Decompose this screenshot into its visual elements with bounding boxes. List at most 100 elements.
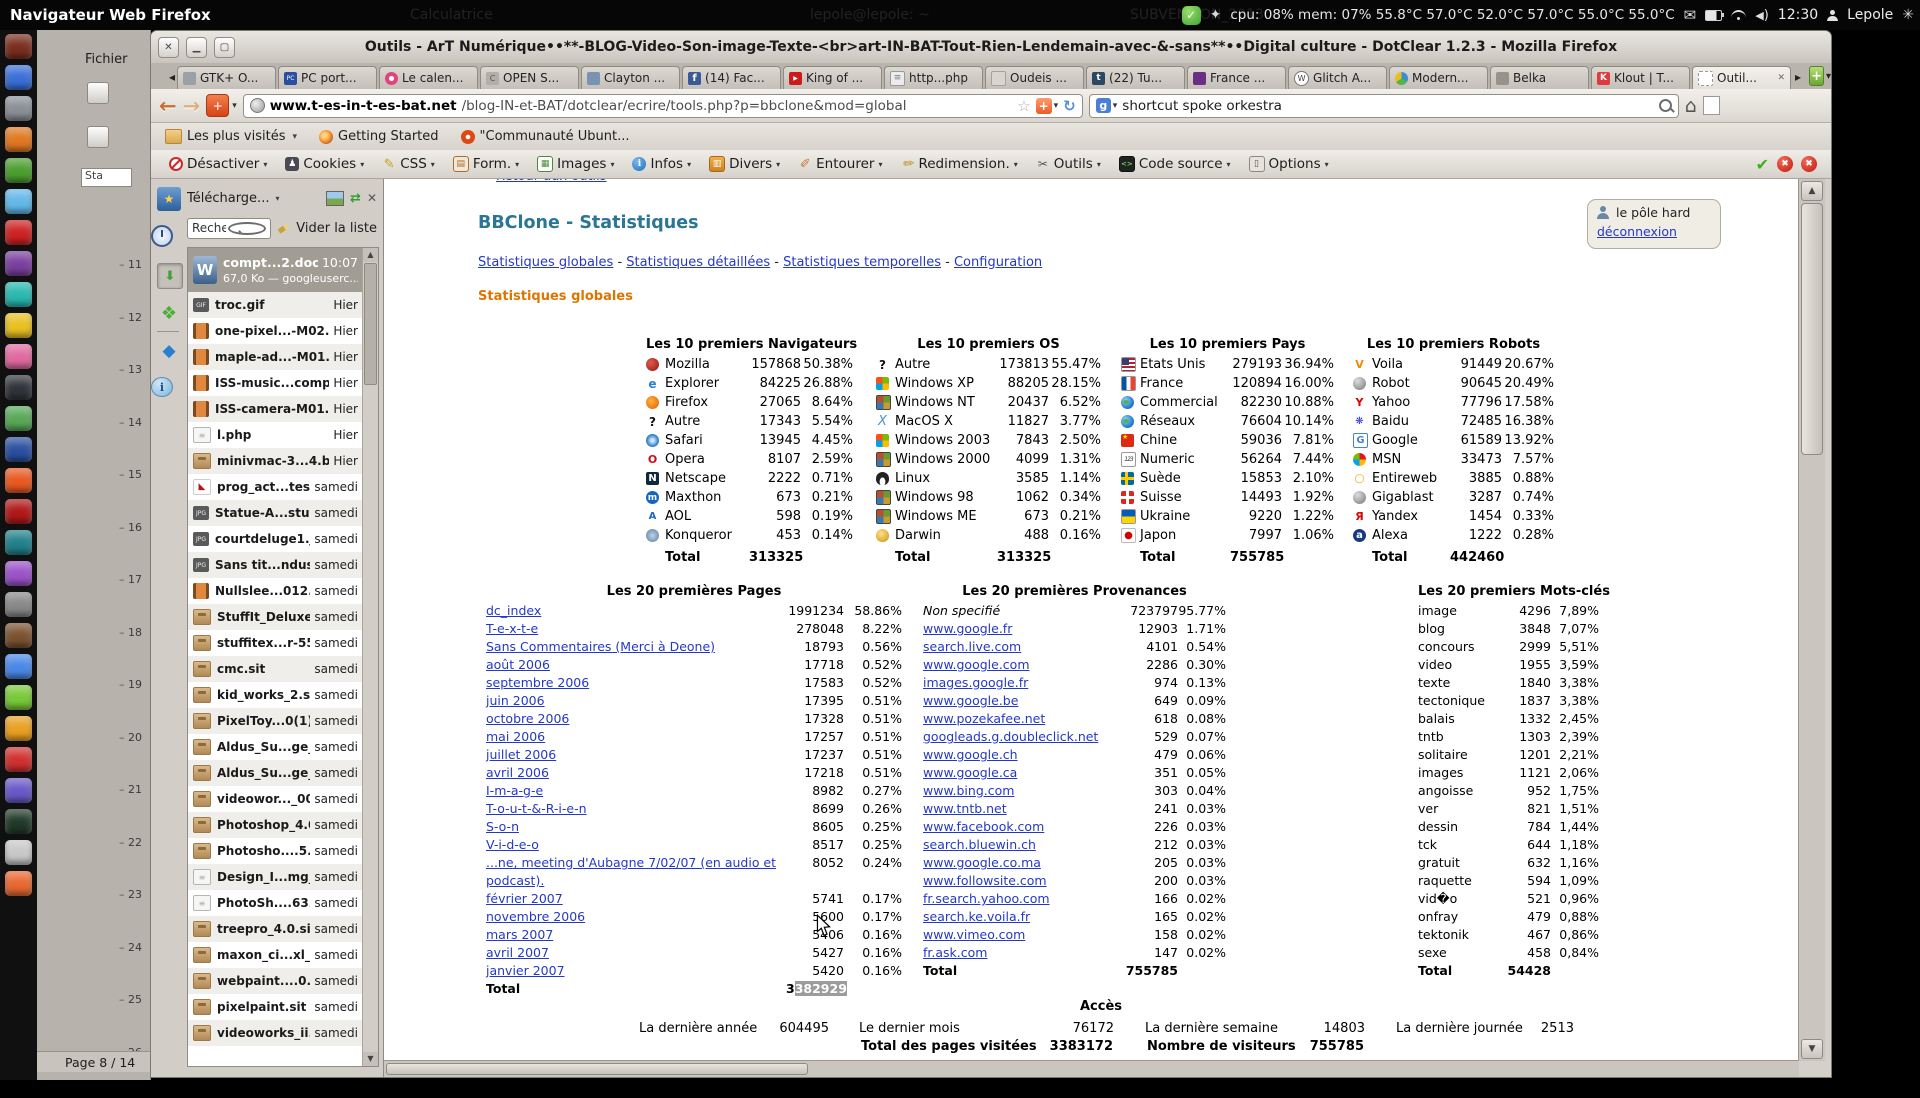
download-list-item[interactable]: StuffIt_Deluxe.sitsamedi — [188, 604, 363, 630]
background-input-fragment[interactable]: Sta — [81, 168, 132, 187]
css-valid-icon[interactable]: ✔ — [1756, 155, 1769, 174]
close-sidebar-icon[interactable]: ✕ — [367, 191, 377, 205]
dock-app-icon[interactable] — [5, 65, 32, 90]
tab-klout-t-[interactable]: Klout | T... — [1591, 66, 1690, 89]
downloads-title[interactable]: Télécharge... — [187, 191, 269, 206]
scrollbar-thumb[interactable] — [386, 1063, 808, 1075]
download-list-item[interactable]: maple-ad...-M01.movHier — [188, 344, 363, 370]
gear-icon[interactable]: ✳ — [1902, 7, 1914, 23]
download-list-item[interactable]: Wcompt...2.doc10:0767,0 Ko — googleuserc… — [188, 248, 363, 292]
row-link[interactable]: Sans Commentaires (Merci à Deone) — [486, 638, 786, 656]
row-link[interactable]: mai 2006 — [486, 728, 786, 746]
download-list-item[interactable]: Nullslee...012.mp4samedi — [188, 578, 363, 604]
horizontal-scrollbar[interactable] — [384, 1060, 1799, 1077]
dock-app-icon[interactable] — [5, 313, 32, 338]
dock-app-icon[interactable] — [5, 251, 32, 276]
row-link[interactable]: www.google.ca — [923, 764, 1120, 782]
row-link[interactable]: googleads.g.doubleclick.net — [923, 728, 1120, 746]
row-link[interactable]: www.followsite.com — [923, 872, 1120, 890]
bookmarks-panel-icon[interactable]: ★ — [157, 187, 181, 211]
row-link[interactable]: S-o-n — [486, 818, 786, 836]
tab-clayton-[interactable]: Clayton ... — [581, 66, 680, 89]
row-link[interactable]: I-m-a-g-e — [486, 782, 786, 800]
dock-app-icon[interactable] — [5, 344, 32, 369]
addons-panel-icon[interactable]: ❖ — [157, 301, 181, 325]
page-icon[interactable] — [1703, 96, 1720, 115]
bookmark-item[interactable]: Les plus visités▾ — [165, 129, 297, 144]
download-list-item[interactable]: Statue-A...stus.jpgsamedi — [188, 500, 363, 526]
broom-icon[interactable] — [278, 223, 290, 233]
reload-icon[interactable]: ↻ — [1063, 97, 1076, 115]
row-link[interactable]: avril 2007 — [486, 944, 786, 962]
tab-king-of-[interactable]: King of ... — [783, 66, 882, 89]
dock-app-icon[interactable] — [5, 468, 32, 493]
download-list-item[interactable]: ISS-camera-M01.movHier — [188, 396, 363, 422]
dock-app-icon[interactable] — [5, 809, 32, 834]
tab-scroll-right-icon[interactable]: ▸ — [1795, 70, 1801, 84]
logout-link[interactable]: déconnexion — [1597, 224, 1677, 239]
webdev-menu-images[interactable]: Images▾ — [529, 156, 622, 172]
dock-app-icon[interactable] — [5, 747, 32, 772]
webdev-menu-misc[interactable]: Divers▾ — [701, 156, 788, 172]
download-list-item[interactable]: Photoshop_4.0.sitsamedi — [188, 812, 363, 838]
download-list-item[interactable]: videoworks_ii.zipsamedi — [188, 1020, 363, 1046]
dock-app-icon[interactable] — [5, 654, 32, 679]
list-all-tabs-icon[interactable]: ▾ — [1826, 71, 1831, 82]
row-link[interactable]: www.google.be — [923, 692, 1120, 710]
dock-app-icon[interactable] — [5, 592, 32, 617]
row-link[interactable]: dc_index — [486, 602, 786, 620]
row-link[interactable]: T-o-u-t-&-R-i-e-n — [486, 800, 786, 818]
background-window-title[interactable]: Calculatrice — [410, 7, 493, 23]
dock-app-icon[interactable] — [5, 158, 32, 183]
downloads-panel-icon[interactable] — [157, 263, 183, 289]
dock-app-icon[interactable] — [5, 96, 32, 121]
stats-nav-link[interactable]: Statistiques globales — [478, 255, 613, 270]
home-button[interactable]: ⌂ — [1685, 95, 1697, 117]
add-icon[interactable]: + — [1036, 98, 1052, 114]
webdev-menu-resize[interactable]: Redimension.▾ — [892, 156, 1025, 172]
search-bar[interactable]: g ▾ shortcut spoke orkestra — [1089, 94, 1679, 118]
row-link[interactable]: ...ne, meeting d'Aubagne 7/02/07 (en aud… — [486, 854, 786, 890]
scroll-up-icon[interactable]: ▲ — [363, 248, 378, 262]
download-list-item[interactable]: PhotoSh....63.imgsamedi — [188, 890, 363, 916]
dock-app-icon[interactable] — [5, 623, 32, 648]
tab-le-calen-[interactable]: Le calen... — [379, 66, 478, 89]
row-link[interactable]: février 2007 — [486, 890, 786, 908]
js-error-icon[interactable]: ✖ — [1777, 156, 1793, 172]
download-list-item[interactable]: treepro_4.0.sitsamedi — [188, 916, 363, 942]
tab-scroll-left-icon[interactable]: ◂ — [169, 70, 175, 84]
row-link[interactable]: janvier 2007 — [486, 962, 786, 980]
dock-app-icon[interactable] — [5, 34, 32, 59]
clear-list-button[interactable]: Vider la liste — [296, 221, 377, 236]
webdev-menu-outline[interactable]: Entourer▾ — [790, 156, 890, 172]
row-link[interactable]: juillet 2006 — [486, 746, 786, 764]
row-link[interactable]: octobre 2006 — [486, 710, 786, 728]
download-list-item[interactable]: Design_I...mg_.binsamedi — [188, 864, 363, 890]
row-link[interactable]: images.google.fr — [923, 674, 1120, 692]
dock-app-icon[interactable] — [5, 778, 32, 803]
window-close-button[interactable]: ✕ — [158, 37, 179, 58]
tab-outil-[interactable]: Outil...✕ — [1692, 66, 1791, 89]
download-list-item[interactable]: Photosho....5.1.sitsamedi — [188, 838, 363, 864]
stats-nav-link[interactable]: Statistiques détaillées — [626, 255, 770, 270]
stats-nav-link[interactable]: Statistiques temporelles — [783, 255, 941, 270]
scroll-down-icon[interactable]: ▼ — [363, 1052, 378, 1066]
back-to-tools-link[interactable]: Retour aux outils — [496, 179, 607, 184]
download-list-item[interactable]: kid_works_2.sitsamedi — [188, 682, 363, 708]
row-link[interactable]: septembre 2006 — [486, 674, 786, 692]
dock-app-icon[interactable] — [5, 561, 32, 586]
dock-app-icon[interactable] — [5, 499, 32, 524]
dock-app-icon[interactable] — [5, 220, 32, 245]
download-list-item[interactable]: stuffitex...r-55.sitsamedi — [188, 630, 363, 656]
google-engine-icon[interactable]: g — [1096, 98, 1111, 113]
gamepad-icon[interactable]: ✦ — [1210, 7, 1222, 23]
tab--14-fac-[interactable]: (14) Fac... — [682, 66, 781, 89]
sync-arrows-icon[interactable]: ⇄ — [350, 191, 361, 206]
image-view-icon[interactable] — [326, 191, 344, 206]
chevron-down-icon[interactable]: ▾ — [1113, 101, 1118, 111]
row-link[interactable]: www.bing.com — [923, 782, 1120, 800]
download-list-item[interactable]: courtdeluge1.jpgsamedi — [188, 526, 363, 552]
row-link[interactable]: www.facebook.com — [923, 818, 1120, 836]
history-panel-icon[interactable] — [151, 225, 173, 247]
window-minimize-button[interactable]: ▁ — [186, 37, 207, 58]
